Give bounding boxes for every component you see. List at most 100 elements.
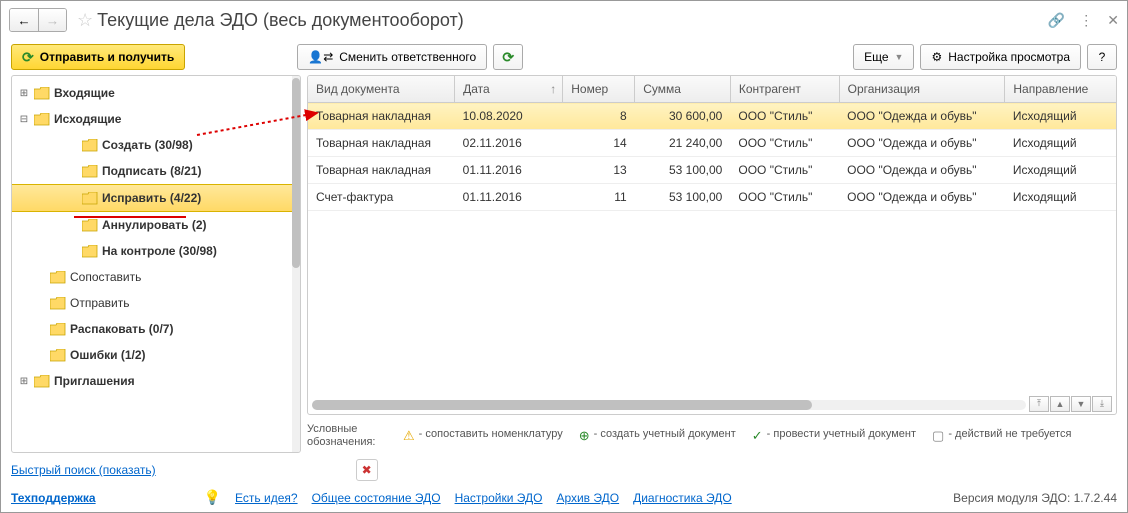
footer-link[interactable]: Архив ЭДО	[556, 491, 619, 505]
folder-icon	[82, 245, 98, 258]
table-header-number[interactable]: Номер	[563, 76, 635, 103]
table-h-scrollbar[interactable]	[312, 400, 1026, 410]
footer-link[interactable]: Общее состояние ЭДО	[312, 491, 441, 505]
table-h-scroll-thumb[interactable]	[312, 400, 812, 410]
change-responsible-button[interactable]: 👤⇄ Сменить ответственного	[297, 44, 487, 70]
close-window-icon[interactable]: ✕	[1107, 12, 1119, 29]
footer-link[interactable]: Диагностика ЭДО	[633, 491, 732, 505]
tree-item-label: Распаковать (0/7)	[70, 322, 173, 336]
favorite-star-icon[interactable]: ☆	[77, 10, 93, 31]
scroll-top-button[interactable]: ⤒	[1029, 396, 1049, 412]
scroll-up-button[interactable]: ▲	[1050, 396, 1070, 412]
category-tree: ⊞ Входящие ⊟Исходящие Создать (30/98) Подпис…	[11, 75, 301, 453]
link-icon[interactable]: 🔗	[1048, 12, 1065, 29]
tree-item[interactable]: Исправить (4/22)	[12, 184, 300, 212]
send-receive-label: Отправить и получить	[40, 50, 175, 64]
scroll-down-button[interactable]: ▼	[1071, 396, 1091, 412]
table-cell-sum: 30 600,00	[635, 103, 731, 130]
table-header-org[interactable]: Организация	[839, 76, 1005, 103]
refresh-button[interactable]: ⟳	[493, 44, 523, 70]
table-header-sum[interactable]: Сумма	[635, 76, 731, 103]
table-row[interactable]: Товарная накладная01.11.20161353 100,00О…	[308, 157, 1116, 184]
document-none-icon: ▢	[932, 428, 944, 444]
table-cell-org: ООО "Одежда и обувь"	[839, 130, 1005, 157]
tree-item[interactable]: ⊟Исходящие	[12, 106, 300, 132]
view-settings-button[interactable]: ⚙ Настройка просмотра	[920, 44, 1081, 70]
folder-icon	[82, 219, 98, 232]
tree-expander[interactable]: ⊟	[18, 114, 30, 125]
table-cell-number: 11	[563, 184, 635, 211]
change-responsible-label: Сменить ответственного	[339, 50, 476, 64]
tree-item[interactable]: Создать (30/98)	[12, 132, 300, 158]
tree-item-label: Входящие	[54, 86, 115, 100]
table-cell-counterparty: ООО "Стиль"	[730, 157, 839, 184]
idea-link[interactable]: Есть идея?	[235, 491, 298, 505]
tree-item-label: Приглашения	[54, 374, 135, 388]
table-row[interactable]: Товарная накладная02.11.20161421 240,00О…	[308, 130, 1116, 157]
sidebar-scrollbar[interactable]	[292, 76, 300, 452]
folder-icon	[34, 113, 50, 126]
tree-item[interactable]: Ошибки (1/2)	[12, 342, 300, 368]
folder-icon	[34, 375, 50, 388]
tree-item[interactable]: На контроле (30/98)	[12, 238, 300, 264]
tree-item[interactable]: Подписать (8/21)	[12, 158, 300, 184]
sort-asc-icon: ↑	[550, 82, 556, 96]
table-header-doc_type[interactable]: Вид документа	[308, 76, 455, 103]
tree-item[interactable]: Отправить	[12, 290, 300, 316]
support-link[interactable]: Техподдержка	[11, 491, 96, 505]
table-cell-sum: 53 100,00	[635, 157, 731, 184]
quick-search-link[interactable]: Быстрый поиск (показать)	[11, 463, 156, 477]
clear-filter-button[interactable]: ✖	[356, 459, 378, 481]
table-cell-date: 01.11.2016	[455, 184, 563, 211]
footer-link[interactable]: Настройки ЭДО	[455, 491, 543, 505]
send-receive-button[interactable]: ⟳ Отправить и получить	[11, 44, 185, 70]
more-button[interactable]: Еще ▼	[853, 44, 914, 70]
table-cell-doc_type: Товарная накладная	[308, 103, 455, 130]
legend-title: Условные обозначения:	[307, 423, 387, 449]
table-cell-number: 14	[563, 130, 635, 157]
document-check-icon: ✓	[752, 428, 763, 444]
tree-item[interactable]: ⊞ Приглашения	[12, 368, 300, 394]
tree-item-label: Подписать (8/21)	[102, 164, 201, 178]
table-cell-direction: Исходящий	[1005, 130, 1116, 157]
legend-item-label: - создать учетный документ	[594, 428, 736, 441]
help-label: ?	[1099, 50, 1106, 64]
folder-icon	[50, 323, 66, 336]
table-cell-counterparty: ООО "Стиль"	[730, 130, 839, 157]
help-button[interactable]: ?	[1087, 44, 1117, 70]
table-cell-org: ООО "Одежда и обувь"	[839, 103, 1005, 130]
table-header-direction[interactable]: Направление	[1005, 76, 1116, 103]
tree-item[interactable]: Распаковать (0/7)	[12, 316, 300, 342]
table-cell-doc_type: Товарная накладная	[308, 130, 455, 157]
plus-circle-icon: ⊕	[579, 428, 590, 444]
kebab-icon[interactable]: ⋮	[1079, 12, 1093, 29]
table-cell-counterparty: ООО "Стиль"	[730, 184, 839, 211]
sidebar-scroll-thumb[interactable]	[292, 78, 300, 268]
table-cell-date: 10.08.2020	[455, 103, 563, 130]
lightbulb-icon: 💡	[204, 489, 221, 506]
tree-item-label: Исправить (4/22)	[102, 191, 201, 205]
page-title: Текущие дела ЭДО (весь документооборот)	[97, 10, 464, 31]
tree-item-label: Создать (30/98)	[102, 138, 193, 152]
tree-item-label: Ошибки (1/2)	[70, 348, 146, 362]
table-cell-doc_type: Товарная накладная	[308, 157, 455, 184]
table-row[interactable]: Товарная накладная10.08.2020830 600,00ОО…	[308, 103, 1116, 130]
annotation-underline	[74, 216, 186, 218]
nav-back-button[interactable]: ←	[10, 9, 38, 31]
table-cell-doc_type: Счет-фактура	[308, 184, 455, 211]
warning-icon: ⚠	[403, 428, 415, 444]
table-cell-org: ООО "Одежда и обувь"	[839, 184, 1005, 211]
tree-expander[interactable]: ⊞	[18, 376, 30, 387]
tree-item[interactable]: ⊞ Входящие	[12, 80, 300, 106]
table-cell-date: 01.11.2016	[455, 157, 563, 184]
tree-expander[interactable]: ⊞	[18, 88, 30, 99]
folder-icon	[34, 87, 50, 100]
nav-forward-button[interactable]: →	[38, 9, 66, 31]
table-row[interactable]: Счет-фактура01.11.20161153 100,00ООО "Ст…	[308, 184, 1116, 211]
tree-item-label: Сопоставить	[70, 270, 141, 284]
tree-item[interactable]: Сопоставить	[12, 264, 300, 290]
table-header-date[interactable]: Дата↑	[455, 76, 563, 103]
table-header-counterparty[interactable]: Контрагент	[730, 76, 839, 103]
view-settings-label: Настройка просмотра	[948, 50, 1070, 64]
scroll-bottom-button[interactable]: ⤓	[1092, 396, 1112, 412]
